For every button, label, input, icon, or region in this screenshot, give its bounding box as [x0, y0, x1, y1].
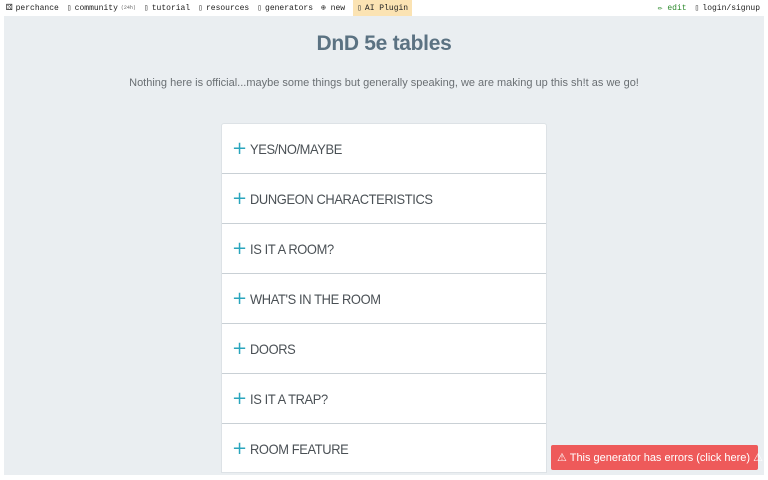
accordion-item-label: IS IT A ROOM?	[250, 240, 334, 257]
community-count: (24h)	[120, 5, 136, 11]
dice-icon: ⚄	[6, 1, 13, 14]
page-subtitle: Nothing here is official...maybe some th…	[129, 77, 639, 89]
page-title: DnD 5e tables	[316, 32, 452, 55]
plus-icon: +	[232, 387, 248, 409]
list-icon: ▯	[257, 4, 263, 13]
home-link-label: perchance	[15, 3, 59, 13]
plus-icon: +	[232, 237, 248, 259]
accordion-item-doors[interactable]: + DOORS	[222, 324, 546, 374]
login-signup-link[interactable]: ▯ login/signup	[695, 0, 760, 16]
home-link[interactable]: ⚄ perchance	[6, 0, 59, 16]
edit-link[interactable]: ✏ edit	[658, 3, 687, 13]
accordion-item-room-feature[interactable]: + ROOM FEATURE	[222, 424, 546, 472]
footer-strip	[0, 475, 768, 480]
resources-link-label: resources	[205, 3, 250, 13]
accordion-item-label: YES/NO/MAYBE	[250, 140, 342, 157]
community-link-label: community	[74, 3, 118, 13]
resources-link[interactable]: ▯ resources	[198, 0, 249, 16]
plus-icon: +	[232, 287, 248, 309]
generators-link[interactable]: ▯ generators	[257, 0, 313, 16]
accordion-item-is-it-a-room[interactable]: + IS IT A ROOM?	[222, 224, 546, 274]
error-toast-label: ⚠ This generator has errors (click here)…	[557, 452, 763, 464]
new-generator-label: ⊕ new	[321, 4, 346, 13]
book-icon: ▯	[143, 4, 149, 13]
tables-accordion: + YES/NO/MAYBE + DUNGEON CHARACTERISTICS…	[221, 123, 547, 473]
login-signup-label: login/signup	[702, 3, 760, 13]
accordion-item-is-it-a-trap[interactable]: + IS IT A TRAP?	[222, 374, 546, 424]
accordion-item-label: WHAT'S IN THE ROOM	[250, 290, 381, 307]
ai-plugin-label: AI Plugin	[364, 3, 409, 13]
tutorial-link[interactable]: ▯ tutorial	[144, 0, 190, 16]
plus-icon: +	[232, 187, 248, 209]
new-generator-link[interactable]: ⊕ new	[321, 0, 345, 16]
plus-icon: +	[232, 137, 248, 159]
accordion-item-yes-no-maybe[interactable]: + YES/NO/MAYBE	[222, 124, 546, 174]
accordion-item-whats-in-the-room[interactable]: + WHAT'S IN THE ROOM	[222, 274, 546, 324]
generators-link-label: generators	[265, 3, 314, 13]
community-link[interactable]: ▯ community (24h)	[67, 0, 136, 16]
folder-icon: ▯	[198, 4, 203, 13]
robot-icon: ▯	[357, 4, 362, 13]
accordion-item-label: IS IT A TRAP?	[250, 390, 328, 407]
generator-output-area: DnD 5e tables Nothing here is official..…	[4, 16, 764, 475]
ai-plugin-link[interactable]: ▯ AI Plugin	[353, 0, 413, 16]
error-toast-button[interactable]: ⚠ This generator has errors (click here)…	[551, 445, 763, 470]
accordion-item-label: ROOM FEATURE	[250, 440, 349, 457]
accordion-item-dungeon-characteristics[interactable]: + DUNGEON CHARACTERISTICS	[222, 174, 546, 224]
accordion-item-label: DUNGEON CHARACTERISTICS	[250, 190, 433, 207]
user-icon: ▯	[694, 4, 700, 13]
chat-icon: ▯	[66, 4, 72, 13]
plus-icon: +	[232, 337, 248, 359]
tutorial-link-label: tutorial	[151, 3, 191, 13]
plus-icon: +	[232, 437, 248, 459]
accordion-item-label: DOORS	[250, 340, 296, 357]
top-nav-bar: ⚄ perchance ▯ community (24h) ▯ tutorial…	[0, 0, 768, 16]
